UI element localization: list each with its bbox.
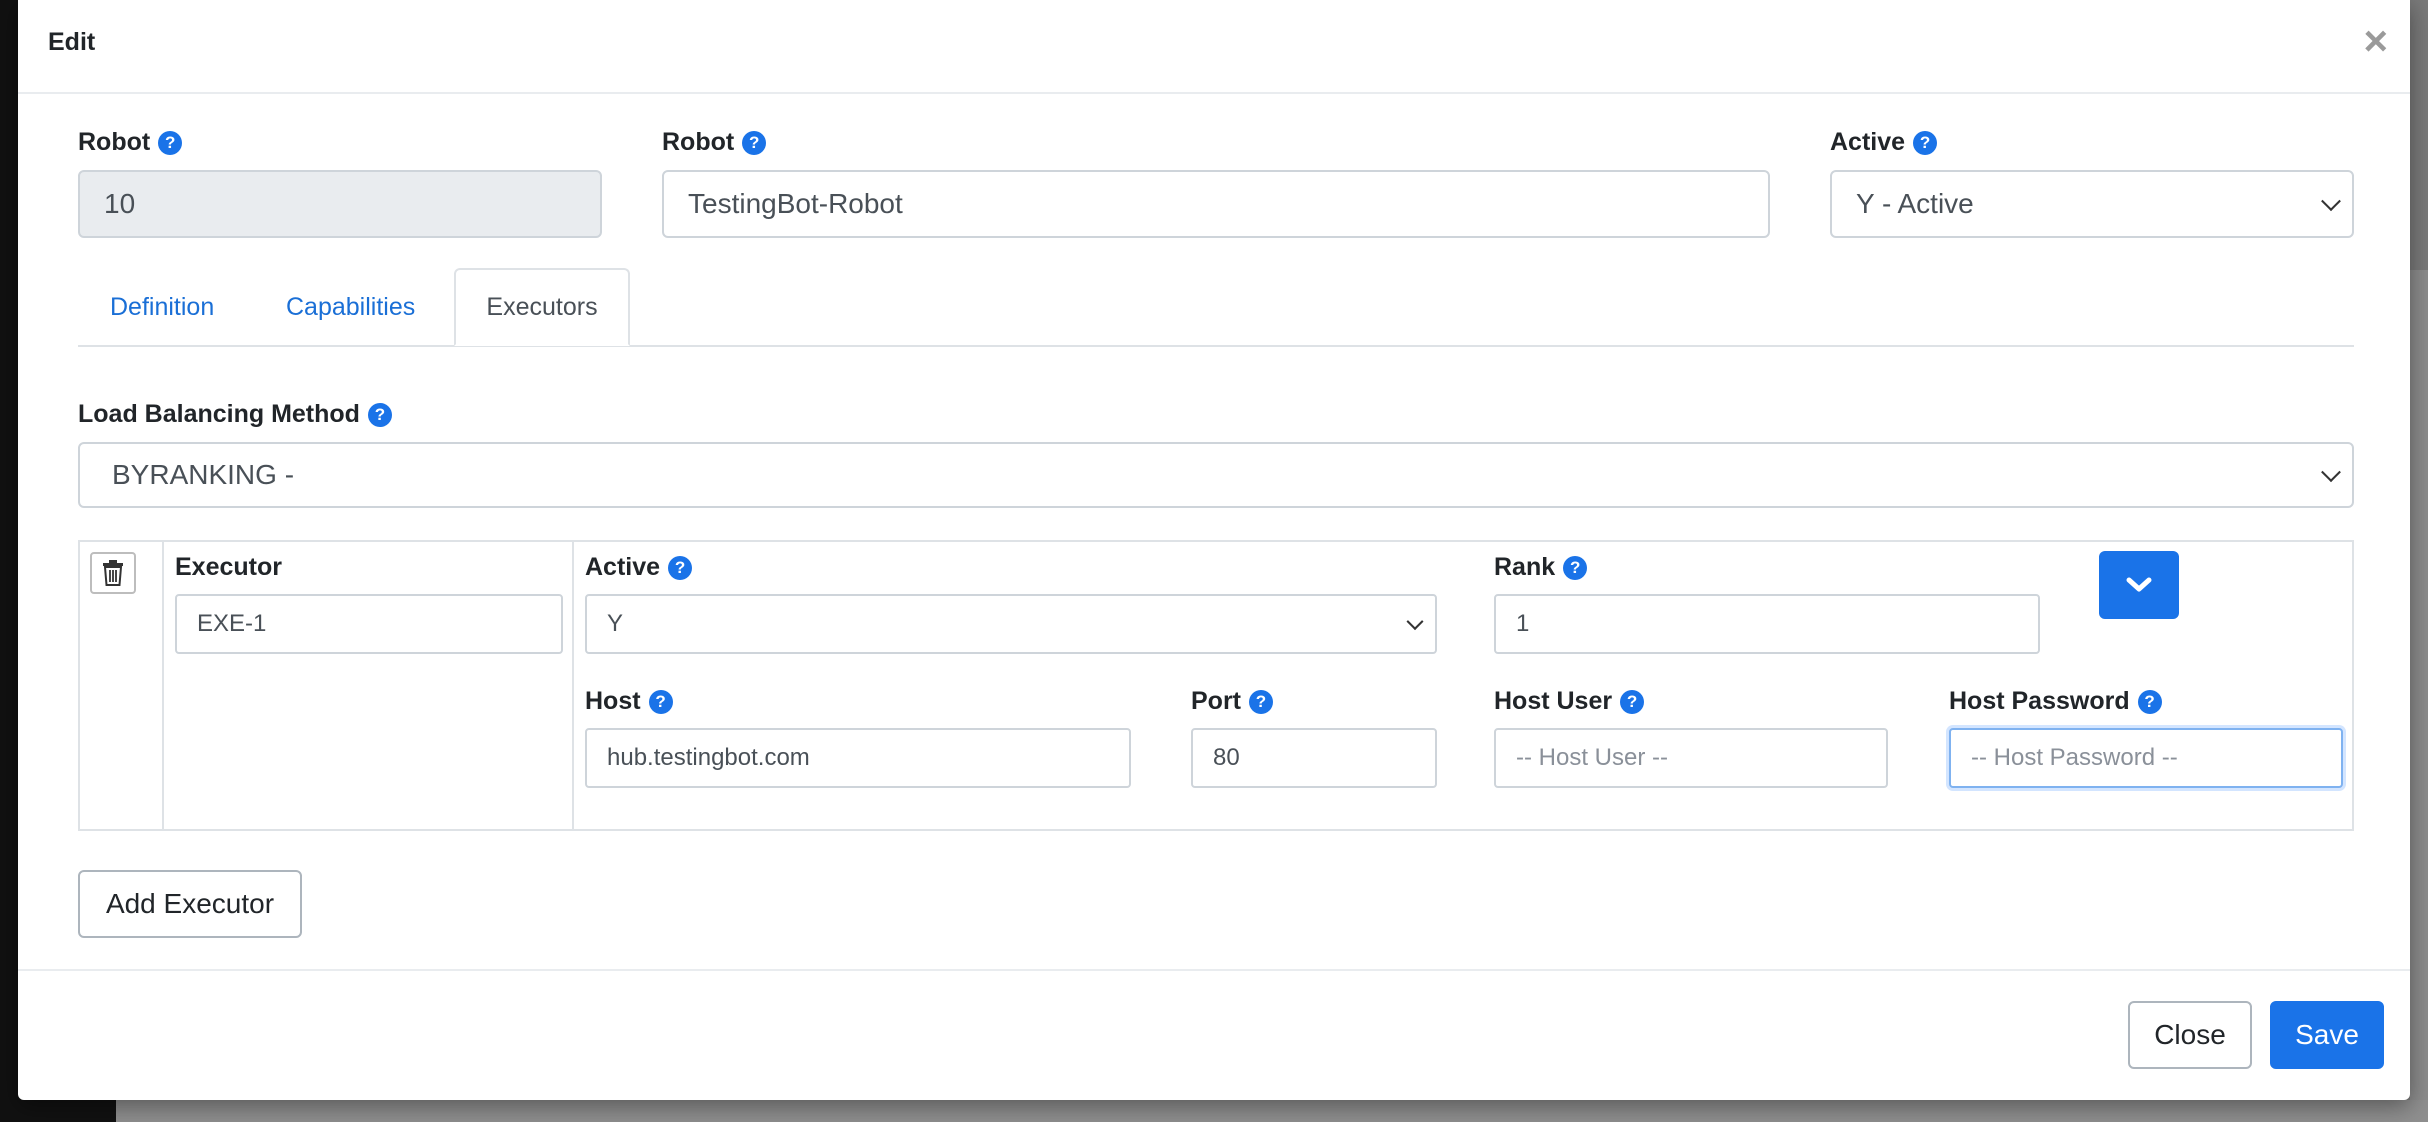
robot-name-input[interactable]: TestingBot-Robot bbox=[662, 170, 1770, 238]
robot-id-label-text: Robot bbox=[78, 128, 151, 156]
executor-name-label-text: Executor bbox=[175, 553, 282, 581]
chevron-down-icon bbox=[1406, 613, 1424, 631]
executor-name-label: Executor bbox=[175, 553, 282, 582]
port-input[interactable]: 80 bbox=[1191, 728, 1437, 788]
host-password-label: Host Password ? bbox=[1949, 687, 2162, 716]
host-label: Host ? bbox=[585, 687, 673, 716]
tab-executors[interactable]: Executors bbox=[454, 268, 630, 346]
rank-label: Rank ? bbox=[1494, 553, 1588, 582]
help-icon[interactable]: ? bbox=[367, 402, 392, 427]
column-divider bbox=[162, 540, 164, 831]
help-icon[interactable]: ? bbox=[2137, 689, 2162, 714]
robot-active-select[interactable]: Y - Active bbox=[1830, 170, 2354, 238]
host-value: hub.testingbot.com bbox=[607, 744, 810, 771]
robot-name-label: Robot ? bbox=[662, 128, 767, 157]
port-label-text: Port bbox=[1191, 687, 1241, 715]
chevron-down-icon bbox=[2321, 191, 2341, 212]
help-icon[interactable]: ? bbox=[1913, 130, 1938, 155]
background-bottom bbox=[116, 1100, 2428, 1122]
chevron-down-icon bbox=[2126, 577, 2152, 592]
tab-capabilities[interactable]: Capabilities bbox=[286, 268, 415, 346]
help-icon[interactable]: ? bbox=[1563, 555, 1588, 580]
robot-name-value: TestingBot-Robot bbox=[688, 188, 903, 219]
help-icon[interactable]: ? bbox=[742, 130, 767, 155]
chevron-down-icon bbox=[2321, 462, 2341, 483]
port-value: 80 bbox=[1213, 744, 1240, 771]
host-password-label-text: Host Password bbox=[1949, 687, 2130, 715]
host-user-input[interactable]: -- Host User -- bbox=[1494, 728, 1888, 788]
tabs-divider bbox=[78, 345, 2354, 347]
host-password-input[interactable]: -- Host Password -- bbox=[1949, 728, 2343, 788]
modal-header: Edit × bbox=[18, 0, 2410, 94]
executor-active-label: Active ? bbox=[585, 553, 693, 582]
host-user-label-text: Host User bbox=[1494, 687, 1613, 715]
close-icon[interactable]: × bbox=[2363, 20, 2388, 62]
rank-value: 1 bbox=[1516, 610, 1530, 637]
robot-id-field: 10 bbox=[78, 170, 602, 238]
executor-active-select[interactable]: Y bbox=[585, 594, 1437, 654]
rank-label-text: Rank bbox=[1494, 553, 1556, 581]
executor-active-label-text: Active bbox=[585, 553, 661, 581]
robot-id-label: Robot ? bbox=[78, 128, 183, 157]
help-icon[interactable]: ? bbox=[1620, 689, 1645, 714]
executor-active-value: Y bbox=[607, 610, 624, 637]
trash-icon bbox=[103, 560, 123, 586]
column-divider bbox=[572, 540, 574, 831]
host-user-placeholder: -- Host User -- bbox=[1516, 744, 1668, 771]
rank-input[interactable]: 1 bbox=[1494, 594, 2040, 654]
modal-title: Edit bbox=[48, 28, 96, 56]
host-input[interactable]: hub.testingbot.com bbox=[585, 728, 1131, 788]
modal-footer-divider bbox=[18, 969, 2410, 971]
tab-definition[interactable]: Definition bbox=[110, 268, 214, 346]
robot-active-value: Y - Active bbox=[1856, 188, 1974, 219]
load-balancing-value: BYRANKING - bbox=[112, 459, 295, 490]
robot-name-label-text: Robot bbox=[662, 128, 735, 156]
close-button[interactable]: Close bbox=[2128, 1001, 2252, 1069]
robot-active-label: Active ? bbox=[1830, 128, 1938, 157]
help-icon[interactable]: ? bbox=[158, 130, 183, 155]
background-edge bbox=[2410, 270, 2428, 1122]
edit-modal: Edit × Robot ? 10 Robot ? TestingBot-Rob… bbox=[18, 0, 2410, 1100]
load-balancing-label: Load Balancing Method ? bbox=[78, 400, 392, 429]
robot-active-label-text: Active bbox=[1830, 128, 1906, 156]
port-label: Port ? bbox=[1191, 687, 1273, 716]
load-balancing-label-text: Load Balancing Method bbox=[78, 400, 360, 428]
host-label-text: Host bbox=[585, 687, 641, 715]
help-icon[interactable]: ? bbox=[648, 689, 673, 714]
add-executor-button[interactable]: Add Executor bbox=[78, 870, 302, 938]
robot-id-value: 10 bbox=[104, 188, 136, 219]
help-icon[interactable]: ? bbox=[668, 555, 693, 580]
host-user-label: Host User ? bbox=[1494, 687, 1645, 716]
load-balancing-select[interactable]: BYRANKING - bbox=[78, 442, 2354, 508]
executor-name-input[interactable]: EXE-1 bbox=[175, 594, 563, 654]
host-password-placeholder: -- Host Password -- bbox=[1971, 744, 2178, 771]
delete-executor-button[interactable] bbox=[90, 552, 136, 594]
expand-executor-button[interactable] bbox=[2099, 551, 2179, 619]
save-button[interactable]: Save bbox=[2270, 1001, 2384, 1069]
help-icon[interactable]: ? bbox=[1249, 689, 1273, 714]
executor-name-value: EXE-1 bbox=[197, 610, 267, 637]
